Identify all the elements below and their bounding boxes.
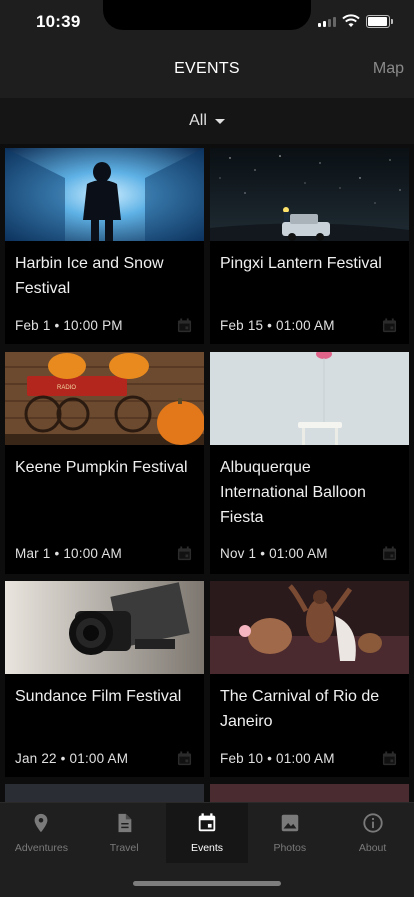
- event-card[interactable]: The Carnival of Rio de Janeiro Feb 10 • …: [210, 581, 409, 777]
- event-card[interactable]: Pingxi Lantern Festival Feb 15 • 01:00 A…: [210, 148, 409, 344]
- location-pin-icon: [34, 813, 48, 833]
- event-card[interactable]: RADIO Keene Pumpkin Festival Mar 1 • 10:…: [5, 352, 204, 574]
- page-title: EVENTS: [174, 60, 240, 77]
- status-time: 10:39: [36, 12, 81, 31]
- event-card[interactable]: Harbin Ice and Snow Festival Feb 1 • 10:…: [5, 148, 204, 344]
- event-card[interactable]: Sundance Film Festival Jan 22 • 01:00 AM: [5, 581, 204, 777]
- wifi-icon: [342, 14, 360, 27]
- filter-bar: All: [0, 98, 414, 144]
- event-card[interactable]: [5, 784, 204, 804]
- tab-label: Adventures: [14, 842, 68, 854]
- tab-label: Events: [190, 842, 224, 854]
- tab-photos[interactable]: Photos: [248, 803, 331, 863]
- tab-label: Photos: [273, 842, 307, 854]
- tab-about[interactable]: About: [331, 803, 414, 863]
- event-title: Keene Pumpkin Festival: [15, 459, 188, 476]
- calendar-icon[interactable]: [177, 546, 192, 561]
- event-date: Mar 1 • 10:00 AM: [15, 546, 122, 561]
- caret-down-icon: [214, 118, 225, 124]
- nav-bar: EVENTS Map: [0, 44, 414, 98]
- status-bar: 10:39: [0, 0, 414, 44]
- event-image: [210, 352, 409, 445]
- event-card[interactable]: [210, 784, 409, 804]
- svg-text:RADIO: RADIO: [57, 385, 76, 391]
- event-date: Jan 22 • 01:00 AM: [15, 751, 129, 766]
- event-card[interactable]: Albuquerque International Balloon Fiesta…: [210, 352, 409, 574]
- event-title: Sundance Film Festival: [15, 688, 182, 705]
- filter-dropdown[interactable]: All: [0, 112, 414, 130]
- event-title: Albuquerque International Balloon Fiesta: [220, 459, 366, 526]
- calendar-icon: [198, 813, 216, 832]
- tab-adventures[interactable]: Adventures: [0, 803, 83, 863]
- event-image: [210, 581, 409, 674]
- tab-events[interactable]: Events: [165, 803, 249, 863]
- calendar-icon[interactable]: [382, 546, 397, 561]
- calendar-icon[interactable]: [177, 318, 192, 333]
- event-date: Feb 1 • 10:00 PM: [15, 318, 123, 333]
- event-image: [5, 148, 204, 241]
- home-indicator[interactable]: [133, 881, 281, 886]
- event-date: Feb 10 • 01:00 AM: [220, 751, 335, 766]
- tab-label: Travel: [109, 842, 139, 854]
- document-icon: [118, 813, 132, 833]
- signal-icon: [318, 17, 336, 27]
- notch: [103, 0, 311, 30]
- calendar-icon[interactable]: [177, 751, 192, 766]
- event-date: Nov 1 • 01:00 AM: [220, 546, 328, 561]
- event-title: Pingxi Lantern Festival: [220, 255, 382, 272]
- event-image: RADIO: [5, 352, 204, 445]
- tab-label: About: [358, 842, 387, 854]
- event-image: [210, 148, 409, 241]
- info-icon: [362, 813, 383, 833]
- event-title: Harbin Ice and Snow Festival: [15, 255, 164, 297]
- battery-icon: [366, 15, 393, 28]
- tab-travel[interactable]: Travel: [83, 803, 166, 863]
- event-image: [5, 581, 204, 674]
- calendar-icon[interactable]: [382, 751, 397, 766]
- event-title: The Carnival of Rio de Janeiro: [220, 688, 380, 730]
- map-button[interactable]: Map: [373, 60, 404, 78]
- image-icon: [281, 814, 299, 832]
- calendar-icon[interactable]: [382, 318, 397, 333]
- filter-label: All: [189, 112, 207, 129]
- event-date: Feb 15 • 01:00 AM: [220, 318, 335, 333]
